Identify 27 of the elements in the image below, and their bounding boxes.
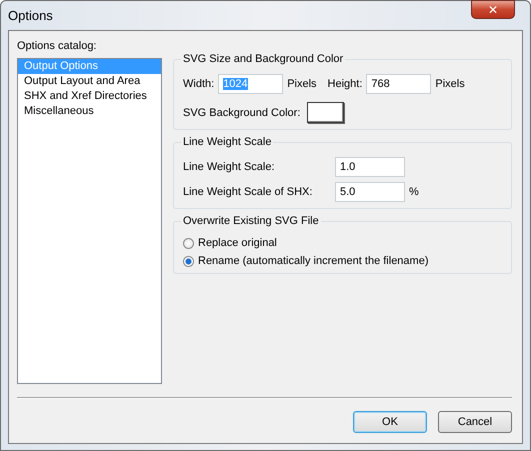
dialog-button[interactable]: Cancel <box>438 411 512 433</box>
catalog-item[interactable]: Output Layout and Area <box>18 74 161 89</box>
input-field[interactable]: 1.0 <box>335 157 405 177</box>
color-swatch-button[interactable] <box>307 102 344 123</box>
radio-option[interactable]: Replace original <box>183 237 503 249</box>
window-title: Options <box>8 8 53 23</box>
dialog-button[interactable]: OK <box>353 411 427 433</box>
unit-label: Pixels <box>435 78 465 90</box>
field-label: SVG Background Color: <box>183 106 300 118</box>
radio-option[interactable]: Rename (automatically increment the filename) <box>183 255 503 267</box>
height-field[interactable]: 768 <box>366 74 432 94</box>
group-title: Overwrite Existing SVG File <box>182 215 320 227</box>
field-label: Height: <box>328 78 362 90</box>
group-title: Line Weight Scale <box>182 136 272 148</box>
field-label: Line Weight Scale: <box>183 161 276 173</box>
catalog-label: Options catalog: <box>17 40 98 53</box>
group-title: SVG Size and Background Color <box>182 53 344 65</box>
field-label: Line Weight Scale of SHX: <box>183 186 314 198</box>
input-field[interactable]: 5.0 <box>335 182 405 202</box>
unit-label: % <box>409 186 419 198</box>
radio-button[interactable] <box>183 238 194 248</box>
radio-button[interactable] <box>183 256 194 266</box>
field-label: Width: <box>183 78 214 90</box>
close-button[interactable]: ✕ <box>471 0 515 19</box>
catalog-item[interactable]: SHX and Xref Directories <box>18 89 161 104</box>
unit-label: Pixels <box>287 78 317 90</box>
catalog-item[interactable]: Miscellaneous <box>18 104 161 119</box>
